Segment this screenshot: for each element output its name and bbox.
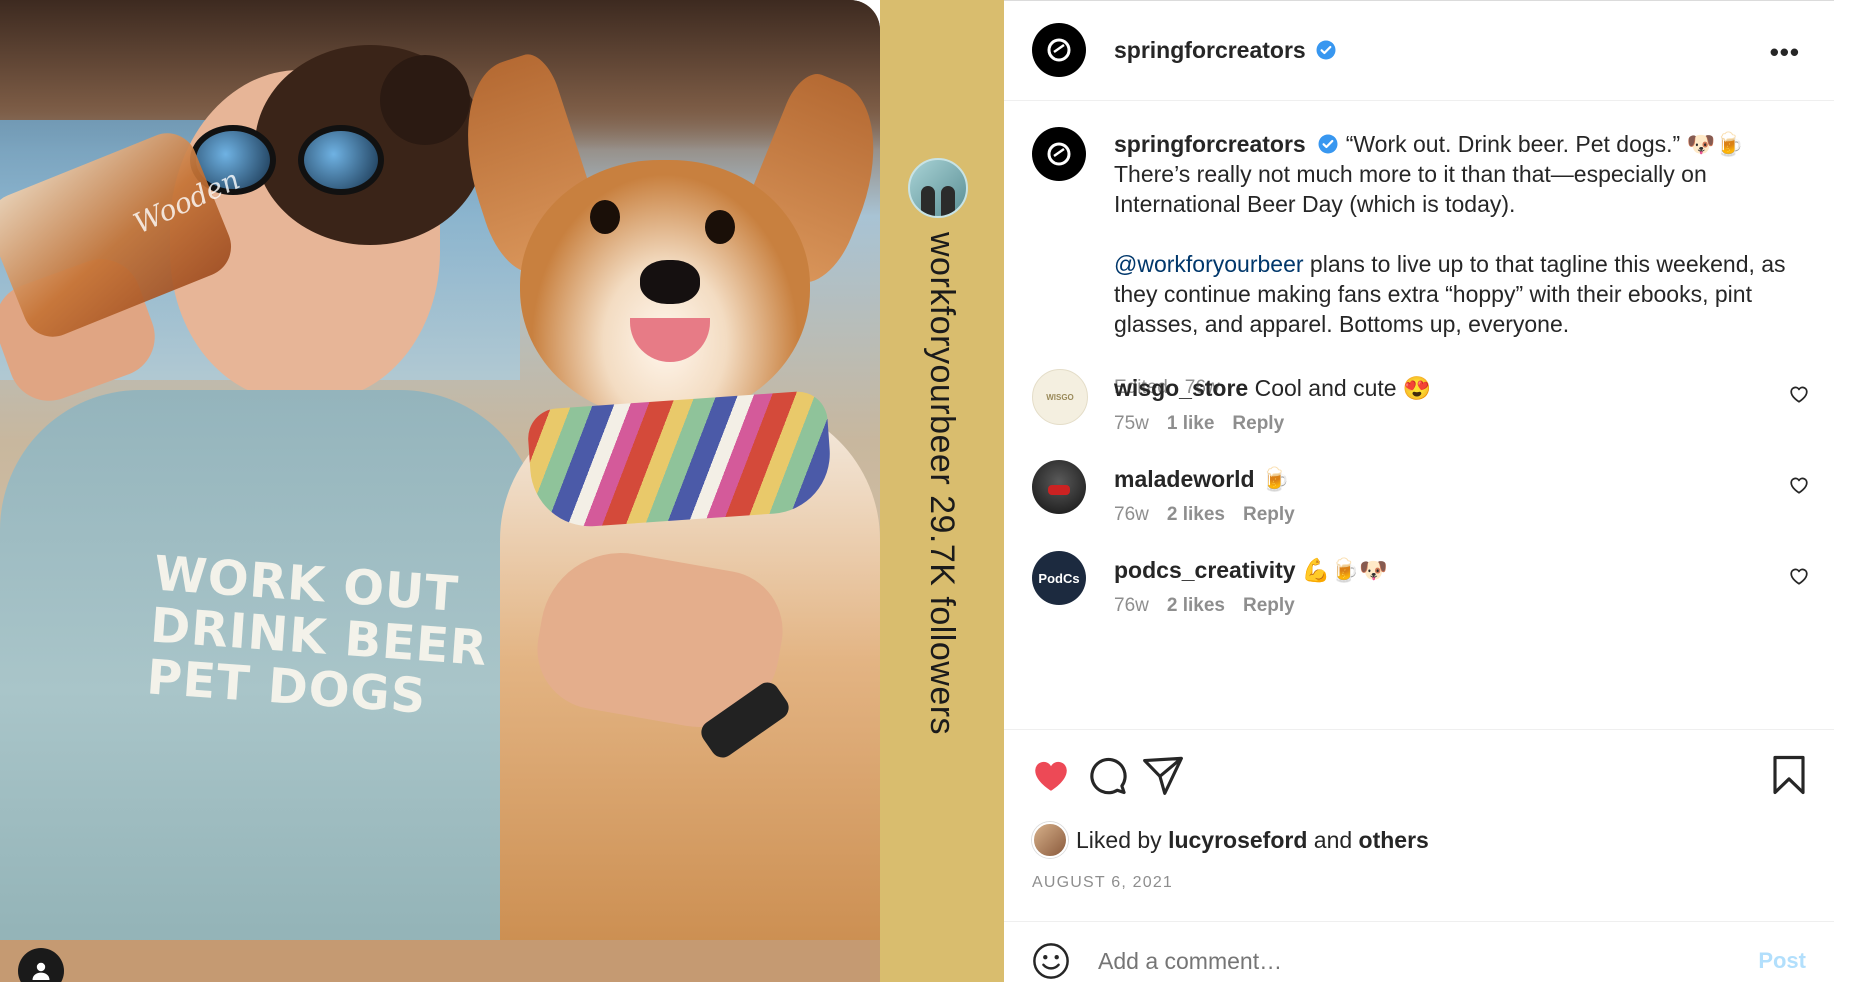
post-comment-button[interactable]: Post bbox=[1758, 948, 1806, 974]
shirt-text: WORK OUT DRINK BEER PET DOGS bbox=[144, 545, 490, 725]
liker-avatar[interactable] bbox=[1032, 822, 1068, 858]
post-caption: springforcreators “Work out. Drink beer. … bbox=[1114, 129, 1794, 339]
comment-like-heart-icon[interactable] bbox=[1788, 565, 1810, 587]
springforcreators-avatar[interactable] bbox=[1032, 23, 1086, 77]
post-date: AUGUST 6, 2021 bbox=[1032, 874, 1174, 891]
comment-text: wisgo_store Cool and cute 😍 bbox=[1114, 375, 1432, 401]
header-username[interactable]: springforcreators bbox=[1114, 37, 1306, 63]
more-options-button[interactable]: ••• bbox=[1770, 37, 1800, 68]
comment-item: PodCs podcs_creativity 💪🍺🐶 76w 2 likes Rep… bbox=[1004, 551, 1834, 651]
post-header: springforcreators ••• bbox=[1004, 1, 1834, 101]
reply-button[interactable]: Reply bbox=[1243, 504, 1295, 525]
emoji-icon[interactable] bbox=[1032, 942, 1070, 980]
comment-username[interactable]: wisgo_store bbox=[1114, 375, 1248, 401]
comment-item: maladeworld 🍺 76w 2 likes Reply bbox=[1004, 460, 1834, 560]
comment-meta: 75w 1 like Reply bbox=[1114, 413, 1302, 435]
post-photo[interactable]: Wooden WORK OUT DRINK BEER PET DOGS bbox=[0, 0, 880, 982]
verified-badge-icon bbox=[1316, 40, 1336, 60]
header-user: springforcreators bbox=[1114, 37, 1336, 64]
gold-strip-text: workforyourbeer 29.7K followers bbox=[923, 232, 961, 736]
gold-side-strip: workforyourbeer 29.7K followers bbox=[880, 0, 1004, 982]
comment-avatar[interactable]: WISGO bbox=[1032, 369, 1088, 425]
reply-button[interactable]: Reply bbox=[1243, 595, 1295, 616]
spring-logo-icon bbox=[1047, 38, 1071, 62]
comment-item: WISGO wisgo_store Cool and cute 😍 75w 1 l… bbox=[1004, 369, 1834, 469]
liker-username[interactable]: lucyroseford bbox=[1168, 827, 1307, 854]
spring-logo-icon bbox=[1047, 142, 1071, 166]
mention-link[interactable]: @workforyourbeer bbox=[1114, 251, 1304, 277]
comment-icon[interactable] bbox=[1086, 754, 1128, 796]
instagram-post: Wooden WORK OUT DRINK BEER PET DOGS work… bbox=[0, 0, 1858, 983]
add-comment-bar: Post bbox=[1004, 921, 1834, 984]
comment-username[interactable]: podcs_creativity bbox=[1114, 557, 1296, 583]
comment-avatar[interactable] bbox=[1032, 460, 1086, 514]
verified-badge-icon bbox=[1318, 134, 1338, 154]
like-heart-icon[interactable] bbox=[1030, 754, 1072, 796]
comment-meta: 76w 2 likes Reply bbox=[1114, 504, 1313, 526]
comment-avatar[interactable]: PodCs bbox=[1032, 551, 1086, 605]
comment-like-heart-icon[interactable] bbox=[1788, 383, 1810, 405]
comment-like-heart-icon[interactable] bbox=[1788, 474, 1810, 496]
reply-button[interactable]: Reply bbox=[1232, 413, 1284, 434]
likes-others-link[interactable]: others bbox=[1359, 827, 1429, 854]
liked-by: Liked by lucyroseford and others bbox=[1032, 822, 1429, 858]
comment-text: podcs_creativity 💪🍺🐶 bbox=[1114, 557, 1388, 583]
comment-likes[interactable]: 1 like bbox=[1167, 413, 1215, 434]
comment-time: 76w bbox=[1114, 504, 1149, 525]
comment-time: 76w bbox=[1114, 595, 1149, 616]
comment-time: 75w bbox=[1114, 413, 1149, 434]
save-bookmark-icon[interactable] bbox=[1768, 754, 1810, 796]
workforyourbeer-avatar bbox=[908, 158, 968, 218]
comment-likes[interactable]: 2 likes bbox=[1167, 504, 1225, 525]
add-comment-input[interactable] bbox=[1098, 948, 1678, 975]
post-actions: Liked by lucyroseford and others AUGUST … bbox=[1004, 729, 1834, 920]
caption-username[interactable]: springforcreators bbox=[1114, 131, 1306, 157]
share-icon[interactable] bbox=[1142, 754, 1184, 796]
comment-text: maladeworld 🍺 bbox=[1114, 466, 1290, 492]
dog-bandana bbox=[526, 389, 834, 531]
comment-meta: 76w 2 likes Reply bbox=[1114, 595, 1313, 617]
caption-avatar[interactable] bbox=[1032, 127, 1086, 181]
comment-likes[interactable]: 2 likes bbox=[1167, 595, 1225, 616]
post-media[interactable]: Wooden WORK OUT DRINK BEER PET DOGS work… bbox=[0, 0, 1004, 982]
comment-username[interactable]: maladeworld bbox=[1114, 466, 1255, 492]
comments-scroll-area[interactable]: springforcreators “Work out. Drink beer. … bbox=[1004, 101, 1834, 729]
post-panel: springforcreators ••• springforcreators “… bbox=[1004, 0, 1834, 983]
